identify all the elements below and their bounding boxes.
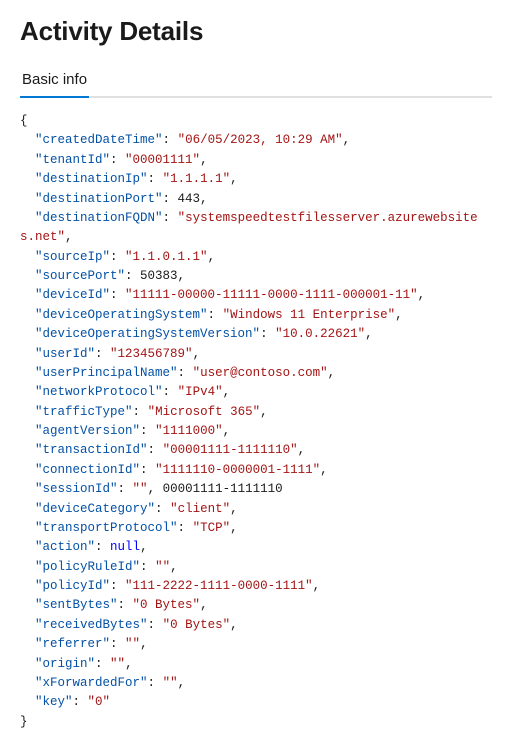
tab-bar: Basic info — [20, 65, 492, 98]
page-title: Activity Details — [20, 16, 492, 47]
activity-details-panel: Activity Details Basic info { "createdDa… — [0, 0, 512, 752]
json-content: { "createdDateTime": "06/05/2023, 10:29 … — [20, 112, 492, 732]
tab-basic-info[interactable]: Basic info — [20, 65, 89, 98]
